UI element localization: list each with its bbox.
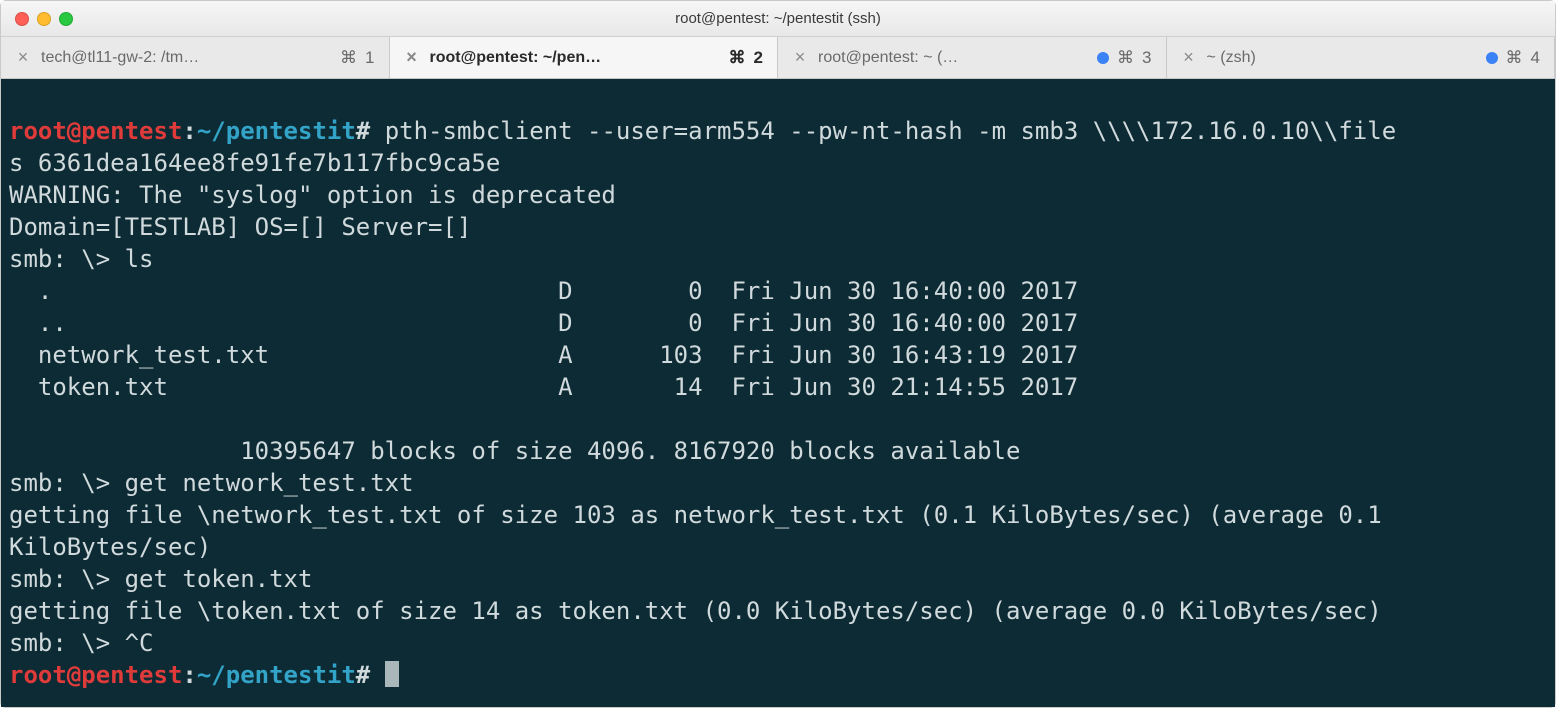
tab-shortcut: ⌘3 [1097,48,1151,68]
prompt-colon: : [182,117,196,145]
minimize-window-button[interactable] [37,12,51,26]
unread-dot-icon [1486,52,1498,64]
output-line: getting file \token.txt of size 14 as to… [9,597,1382,625]
titlebar: root@pentest: ~/pentestit (ssh) [1,1,1555,37]
tab-label: root@pentest: ~ (… [818,49,1087,67]
output-line: smb: \> ^C [9,629,154,657]
prompt-path: ~/pentestit [197,661,356,689]
command-text: pth-smbclient --user=arm554 --pw-nt-hash… [370,117,1396,145]
tab-shortcut: ⌘4 [1486,48,1540,68]
tab-shortcut: ⌘2 [729,48,763,68]
close-icon[interactable]: × [792,47,808,68]
tab-shortcut: ⌘1 [340,48,374,68]
output-line: KiloBytes/sec) [9,533,211,561]
output-line: token.txt A 14 Fri Jun 30 21:14:55 2017 [9,373,1078,401]
close-icon[interactable]: × [15,47,31,68]
prompt-colon: : [182,661,196,689]
close-window-button[interactable] [15,12,29,26]
tab-label: tech@tl11-gw-2: /tm… [41,49,330,67]
tab-2[interactable]: × root@pentest: ~/pen… ⌘2 [390,37,779,78]
output-line: smb: \> get network_test.txt [9,469,414,497]
output-line: Domain=[TESTLAB] OS=[] Server=[] [9,213,471,241]
traffic-lights [1,12,73,26]
output-line: WARNING: The "syslog" option is deprecat… [9,181,616,209]
tab-3[interactable]: × root@pentest: ~ (… ⌘3 [778,37,1167,78]
cursor-icon [385,661,399,687]
window-title: root@pentest: ~/pentestit (ssh) [1,10,1555,27]
output-line: smb: \> get token.txt [9,565,312,593]
tab-label: root@pentest: ~/pen… [430,49,719,67]
output-line: getting file \network_test.txt of size 1… [9,501,1396,529]
prompt-user: root@pentest [9,117,182,145]
prompt-user: root@pentest [9,661,182,689]
close-icon[interactable]: × [1181,47,1197,68]
prompt-symbol: # [356,661,370,689]
output-line: network_test.txt A 103 Fri Jun 30 16:43:… [9,341,1078,369]
tab-label: ~ (zsh) [1207,49,1476,67]
tab-1[interactable]: × tech@tl11-gw-2: /tm… ⌘1 [1,37,390,78]
command-text-cont: s 6361dea164ee8fe91fe7b117fbc9ca5e [9,149,500,177]
prompt-symbol: # [356,117,370,145]
output-line: . D 0 Fri Jun 30 16:40:00 2017 [9,277,1078,305]
unread-dot-icon [1097,52,1109,64]
zoom-window-button[interactable] [59,12,73,26]
close-icon[interactable]: × [404,47,420,68]
output-line: .. D 0 Fri Jun 30 16:40:00 2017 [9,309,1078,337]
output-line: smb: \> ls [9,245,154,273]
tab-4[interactable]: × ~ (zsh) ⌘4 [1167,37,1556,78]
prompt-path: ~/pentestit [197,117,356,145]
terminal-output[interactable]: root@pentest:~/pentestit# pth-smbclient … [1,79,1555,707]
tab-bar: × tech@tl11-gw-2: /tm… ⌘1 × root@pentest… [1,37,1555,79]
output-line: 10395647 blocks of size 4096. 8167920 bl… [9,437,1020,465]
